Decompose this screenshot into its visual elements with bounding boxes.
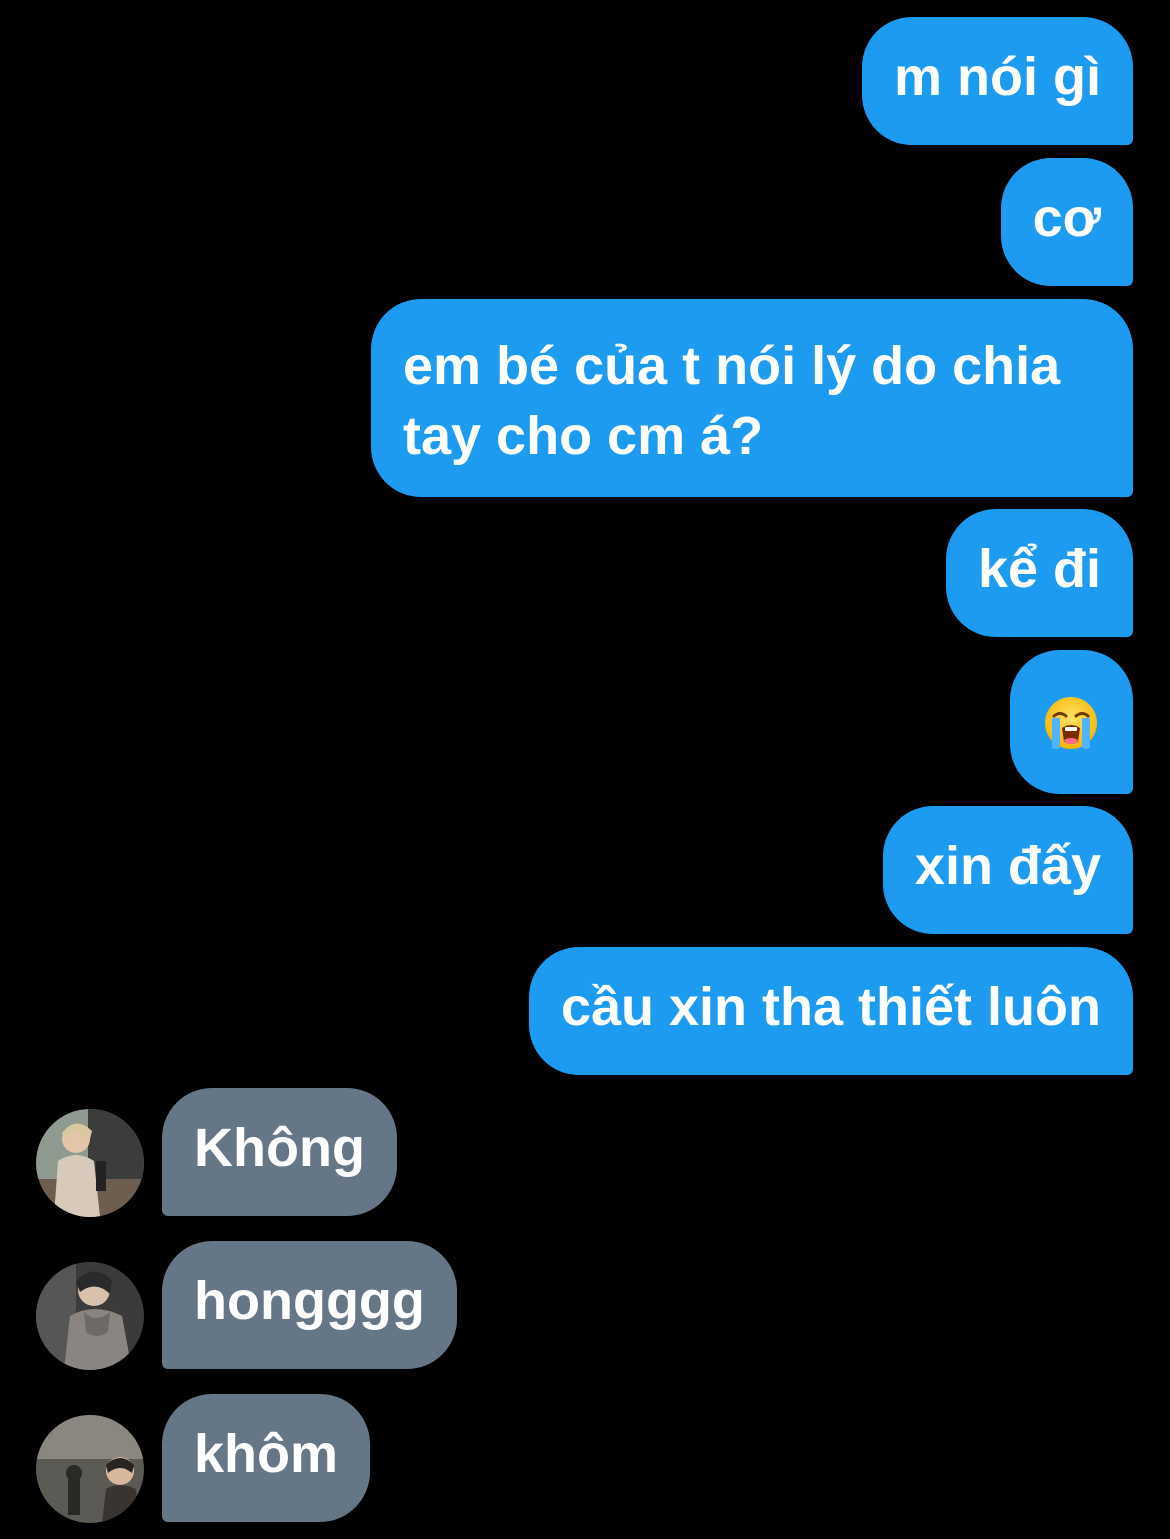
sent-message[interactable]: xin đấy (882, 806, 1133, 934)
message-text: Không (194, 1118, 365, 1178)
sent-message[interactable]: cơ (1000, 158, 1133, 286)
sent-message[interactable]: m nói gì (862, 17, 1133, 145)
message-text: cầu xin tha thiết luôn (560, 977, 1101, 1037)
avatar[interactable] (36, 1109, 144, 1217)
received-message[interactable]: khôm (162, 1394, 371, 1522)
sent-message[interactable]: cầu xin tha thiết luôn (528, 947, 1133, 1075)
message-text: hongggg (194, 1271, 425, 1331)
sent-message[interactable]: em bé của t nói lý do chia tay cho cm á? (371, 299, 1133, 497)
received-message[interactable]: Không (162, 1088, 397, 1216)
avatar[interactable] (36, 1262, 144, 1370)
message-text: cơ (1032, 188, 1101, 248)
loudly-crying-face-icon (1044, 696, 1098, 750)
message-text: xin đấy (914, 836, 1101, 896)
avatar[interactable] (36, 1415, 144, 1523)
message-text: m nói gì (894, 47, 1101, 107)
message-text: kể đi (977, 539, 1101, 599)
sent-message[interactable]: kể đi (945, 509, 1133, 637)
received-message[interactable]: hongggg (162, 1241, 457, 1369)
message-text: khôm (194, 1424, 339, 1484)
sent-message[interactable] (1010, 650, 1133, 794)
message-text: em bé của t nói lý do chia tay cho cm á? (403, 336, 1061, 466)
